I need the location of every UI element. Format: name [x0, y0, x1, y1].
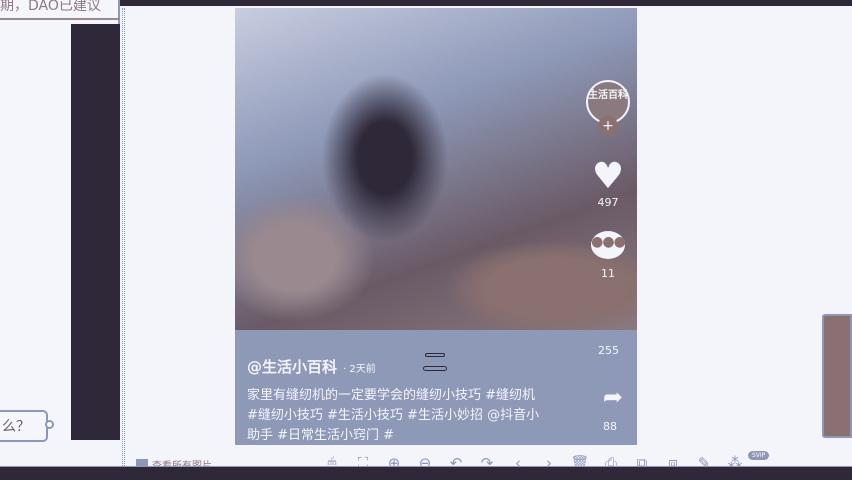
top-bar [0, 0, 852, 6]
viewed-image: 生活百科 + ♥ 497 ●●● 11 255 @生活小百科 · 2天前 家里有缝… [235, 8, 637, 445]
splitter-handle[interactable] [122, 8, 125, 466]
progress-pill [425, 353, 445, 357]
bubble-handle[interactable] [45, 420, 54, 429]
sewing-machine-photo [235, 8, 637, 330]
username[interactable]: @生活小百科 [247, 358, 337, 376]
share-count: 88 [603, 420, 617, 433]
post-caption: 家里有缝纫机的一定要学会的缝纫小技巧 #缝纫机 #缝纫小技巧 #生活小技巧 #生… [247, 388, 540, 443]
video-action-column: 生活百科 + ♥ 497 ●●● 11 [585, 80, 631, 280]
favorite-count: 255 [598, 344, 619, 357]
follow-plus-icon[interactable]: + [598, 116, 618, 136]
svip-badge: SVIP [748, 451, 770, 460]
left-panel-title: 期，DAO已建议 [0, 0, 120, 20]
progress-pill [423, 366, 447, 371]
post-time: · 2天前 [343, 364, 376, 375]
heart-icon[interactable]: ♥ [585, 158, 631, 196]
taskbar [0, 466, 852, 480]
share-icon[interactable]: ➦ [603, 383, 623, 411]
comment-count: 11 [601, 267, 615, 280]
comment-icon[interactable]: ●●● [591, 231, 626, 259]
post-author: @生活小百科 · 2天前 [247, 356, 376, 377]
side-widget[interactable] [822, 314, 852, 438]
dark-panel [71, 24, 120, 440]
like-count: 497 [597, 196, 619, 209]
chat-bubble[interactable]: 么？ [0, 410, 48, 442]
